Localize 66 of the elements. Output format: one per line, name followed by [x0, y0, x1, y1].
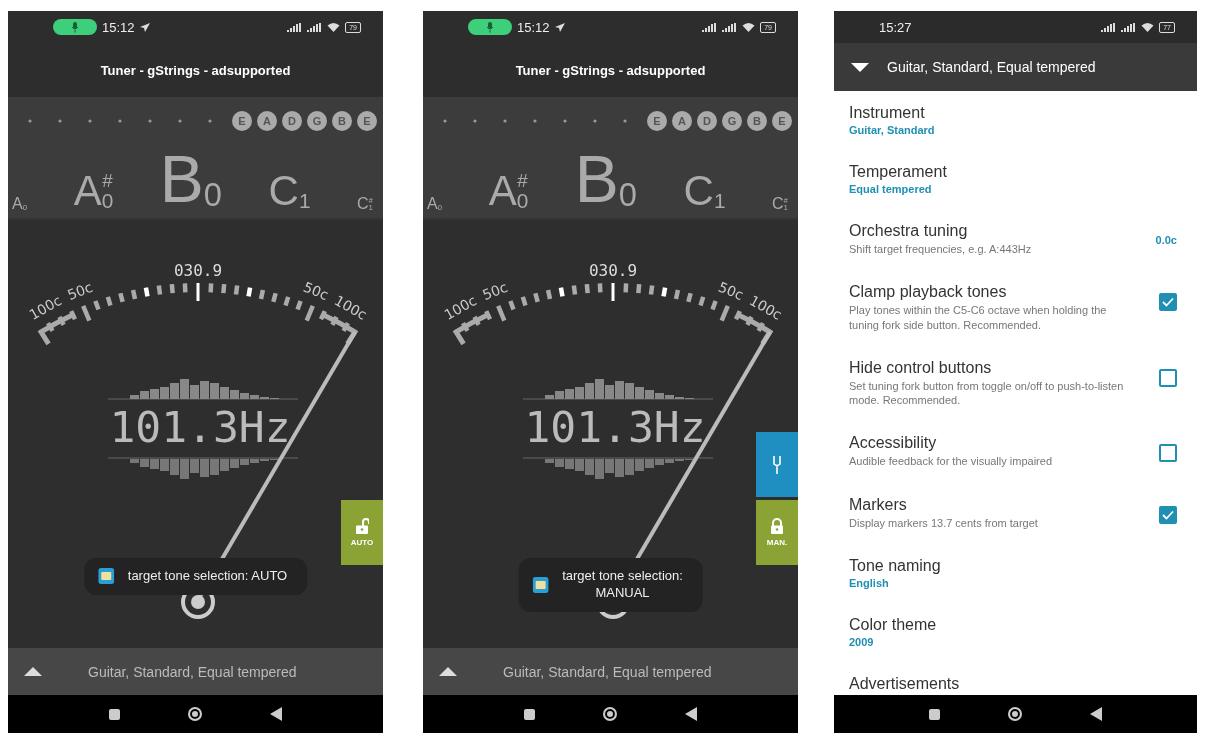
note-name: C1: [683, 170, 726, 212]
string-badge: D: [697, 111, 717, 131]
settings-item[interactable]: Instrument Guitar, Standard: [834, 91, 1197, 150]
cents-reading: 030.9: [588, 261, 638, 280]
string-badge: B: [332, 111, 352, 131]
setting-description: Display markers 13.7 cents from target: [849, 515, 1038, 531]
tuning-bar[interactable]: Guitar, Standard, Equal tempered: [8, 648, 383, 695]
string-badge: D: [282, 111, 302, 131]
setting-value: Guitar, Standard: [849, 124, 935, 136]
setting-title: Color theme: [849, 616, 937, 635]
string-badge: E: [232, 111, 252, 131]
cents-reading: 030.9: [173, 261, 223, 280]
settings-item[interactable]: Markers Display markers 13.7 cents from target: [834, 482, 1197, 545]
setting-title: Advertisements: [849, 675, 960, 694]
string-badge: E: [647, 111, 667, 131]
string-badge: A: [672, 111, 692, 131]
note-name: B0: [159, 146, 222, 212]
cents-label: 100c: [26, 292, 65, 323]
setting-description: Shift target frequencies, e.g. A:443Hz: [849, 242, 1032, 257]
setting-value: Equal tempered: [849, 183, 933, 195]
setting-value: English: [849, 577, 890, 590]
cents-label: 50c: [301, 278, 331, 304]
note-name: B0: [574, 146, 637, 212]
setting-description: Play tones within the C5-C6 octave when holding the tuning fork side button. Recommended.: [849, 303, 1108, 332]
setting-description: Set tuning fork button from toggle on/off to push-to-listen mode. Recommended.: [849, 378, 1125, 408]
string-badge: G: [307, 111, 327, 131]
setting-title: Clamp playback tones: [849, 283, 1008, 302]
cents-label: 50c: [65, 278, 95, 304]
setting-title: Instrument: [849, 104, 926, 122]
setting-title: Tone naming: [849, 557, 941, 576]
string-badge: E: [772, 111, 792, 131]
toast-text: target tone selection: MANUAL: [562, 568, 683, 602]
cents-label: 50c: [716, 278, 746, 304]
settings-item[interactable]: Temperament Equal tempered: [834, 150, 1197, 209]
frequency-readout: 101.3Hz: [524, 402, 706, 452]
setting-value: 0.0c: [1155, 234, 1177, 246]
setting-title: Temperament: [849, 163, 947, 181]
settings-item[interactable]: Advertisements: [834, 662, 1197, 695]
setting-title: Hide control buttons: [849, 358, 993, 377]
clock-time: 15:12: [517, 19, 550, 35]
app-title: Tuner - gStrings - adsupported: [515, 62, 706, 78]
settings-item[interactable]: Clamp playback tones Play tones within the C5-C6 octave when holding the tuning fork side button. Recommended.: [834, 270, 1197, 346]
note-name: C1: [268, 170, 311, 212]
toast-text: target tone selection: AUTO: [127, 568, 288, 585]
clock-time: 15:27: [879, 19, 912, 35]
setting-title: Markers: [849, 495, 908, 514]
clock-time: 15:12: [102, 19, 135, 35]
settings-item[interactable]: Tone naming English: [834, 544, 1197, 604]
settings-item[interactable]: Hide control buttons Set tuning fork button from toggle on/off to push-to-listen mode. Recommended.: [834, 345, 1197, 422]
settings-item[interactable]: Color theme 2009: [834, 603, 1197, 663]
setting-value: 2009: [849, 636, 875, 649]
string-badge: B: [747, 111, 767, 131]
setting-title: Accessibility: [849, 434, 938, 453]
setting-title: Orchestra tuning: [849, 222, 969, 240]
setting-description: Audible feedback for the visually impaired: [849, 454, 1052, 469]
string-badge: A: [257, 111, 277, 131]
cents-label: 50c: [480, 278, 510, 304]
settings-item[interactable]: Orchestra tuning Shift target frequencies, e.g. A:443Hz 0.0c: [834, 209, 1197, 271]
settings-item[interactable]: Accessibility Audible feedback for the visually impaired: [834, 421, 1197, 483]
string-badge: E: [357, 111, 377, 131]
app-title: Tuner - gStrings - adsupported: [100, 62, 291, 78]
settings-header[interactable]: Guitar, Standard, Equal tempered: [834, 43, 1197, 91]
frequency-readout: 101.3Hz: [109, 402, 291, 452]
cents-label: 100c: [441, 292, 480, 323]
tuning-bar[interactable]: Guitar, Standard, Equal tempered: [423, 648, 798, 695]
string-badge: G: [722, 111, 742, 131]
